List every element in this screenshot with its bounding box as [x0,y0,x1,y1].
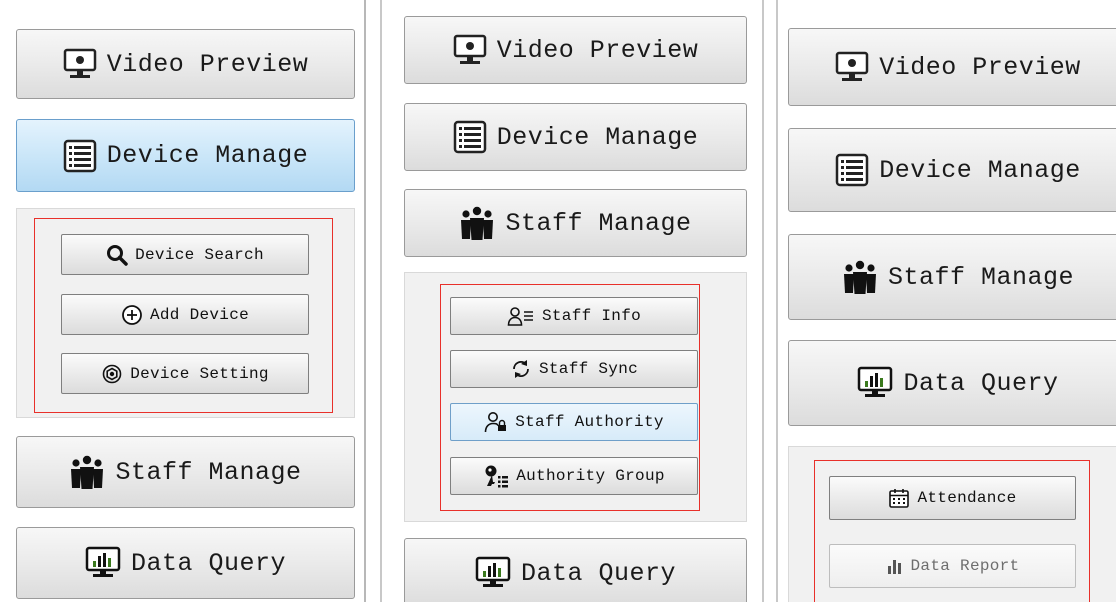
search-icon [106,244,128,266]
bar-chart-icon [886,557,904,575]
nav-panel-data-query: Video Preview Device Manage Staff Manage… [776,0,1116,602]
nav-video-preview-label: Video Preview [496,35,699,65]
nav-video-preview-button[interactable]: Video Preview [788,28,1116,106]
staff-sync-button[interactable]: Staff Sync [450,350,698,388]
data-report-button[interactable]: Data Report [829,544,1076,588]
device-search-button[interactable]: Device Search [61,234,309,275]
nav-staff-manage-label: Staff Manage [887,262,1075,292]
chart-monitor-icon [85,546,121,580]
nav-data-query-button[interactable]: Data Query [404,538,747,602]
nav-video-preview-button[interactable]: Video Preview [16,29,355,99]
nav-device-manage-label: Device Manage [496,122,699,152]
attendance-button[interactable]: Attendance [829,476,1076,520]
nav-device-manage-button[interactable]: Device Manage [16,119,355,192]
authority-group-button[interactable]: Authority Group [450,457,698,495]
nav-data-query-label: Data Query [903,368,1059,398]
monitor-icon [453,33,487,67]
nav-device-manage-label: Device Manage [879,155,1081,185]
calendar-icon [888,487,910,509]
data-report-label: Data Report [910,557,1020,575]
key-list-icon [483,464,509,488]
monitor-icon [63,47,97,81]
sync-icon [510,358,532,380]
add-device-label: Add Device [149,305,249,324]
staff-group-icon [459,205,495,241]
nav-staff-manage-button[interactable]: Staff Manage [404,189,747,257]
nav-data-query-button[interactable]: Data Query [788,340,1116,426]
chart-monitor-icon [857,366,893,400]
staff-sync-label: Staff Sync [538,360,638,378]
nav-video-preview-button[interactable]: Video Preview [404,16,747,84]
nav-device-manage-button[interactable]: Device Manage [788,128,1116,212]
nav-panel-staff-manage: Video Preview Device Manage Staff Manage… [380,0,764,602]
monitor-icon [835,50,869,84]
nav-video-preview-label: Video Preview [879,52,1081,82]
nav-staff-manage-label: Staff Manage [115,457,302,487]
nav-data-query-label: Data Query [520,558,677,588]
authority-group-label: Authority Group [516,467,665,485]
device-list-icon [63,139,97,173]
nav-data-query-button[interactable]: Data Query [16,527,355,599]
device-search-label: Device Search [135,245,264,264]
gear-icon [101,363,123,385]
staff-authority-button[interactable]: Staff Authority [450,403,698,441]
chart-monitor-icon [475,556,511,590]
nav-panel-device-manage: Video Preview Device Manage Device Searc… [0,0,366,602]
nav-device-manage-button[interactable]: Device Manage [404,103,747,171]
device-setting-button[interactable]: Device Setting [61,353,309,394]
nav-device-manage-label: Device Manage [106,141,309,170]
add-device-button[interactable]: Add Device [61,294,309,335]
device-list-icon [835,153,869,187]
device-setting-label: Device Setting [130,364,269,383]
staff-info-button[interactable]: Staff Info [450,297,698,335]
staff-group-icon [69,454,105,490]
staff-group-icon [842,259,878,295]
nav-staff-manage-label: Staff Manage [505,208,692,238]
nav-staff-manage-button[interactable]: Staff Manage [16,436,355,508]
staff-info-label: Staff Info [541,307,641,325]
device-list-icon [453,120,487,154]
person-lock-icon [484,411,508,433]
person-list-icon [507,306,535,326]
plus-circle-icon [121,304,143,326]
staff-authority-label: Staff Authority [515,413,664,431]
nav-video-preview-label: Video Preview [106,49,309,79]
nav-data-query-label: Data Query [130,548,287,578]
attendance-label: Attendance [917,489,1017,507]
nav-staff-manage-button[interactable]: Staff Manage [788,234,1116,320]
